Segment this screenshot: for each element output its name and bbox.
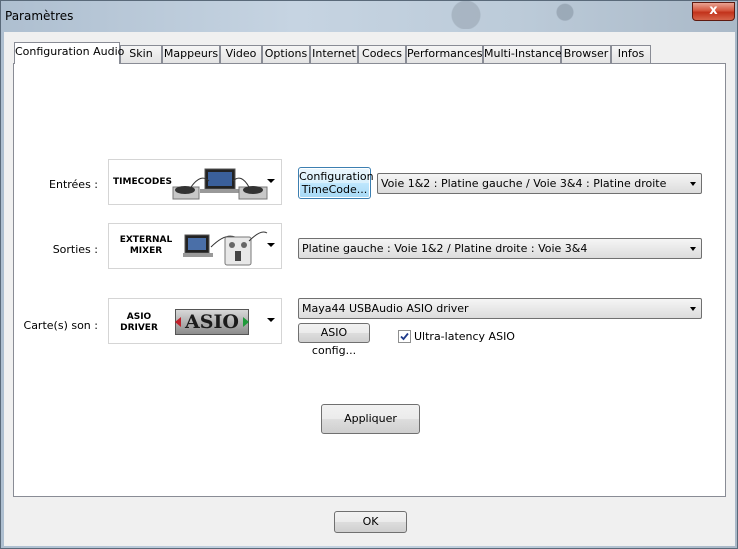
timecodes-text: TIMECODES bbox=[113, 177, 172, 187]
chevron-down-icon bbox=[267, 179, 275, 183]
close-button[interactable]: x bbox=[692, 2, 735, 21]
tab-configuration-audio[interactable]: Configuration Audio bbox=[14, 42, 124, 64]
tab-browser[interactable]: Browser bbox=[561, 45, 611, 63]
tab-performances[interactable]: Performances bbox=[406, 45, 483, 63]
outputs-device-selector[interactable]: EXTERNAL MIXER bbox=[108, 223, 282, 269]
soundcard-driver-value: Maya44 USBAudio ASIO driver bbox=[302, 302, 469, 315]
asio-logo-right-arrow bbox=[243, 317, 249, 327]
close-icon: x bbox=[709, 3, 718, 18]
inputs-routing-select[interactable]: Voie 1&2 : Platine gauche / Voie 3&4 : P… bbox=[377, 173, 702, 194]
tab-codecs[interactable]: Codecs bbox=[358, 45, 406, 63]
checkmark-icon bbox=[400, 332, 409, 341]
chevron-down-icon bbox=[690, 247, 696, 251]
asio-driver-line2: DRIVER bbox=[120, 323, 158, 333]
asio-driver-text: ASIO DRIVER bbox=[113, 312, 165, 334]
tab-options[interactable]: Options bbox=[262, 45, 310, 63]
tab-skin[interactable]: Skin bbox=[120, 45, 162, 63]
tab-video[interactable]: Video bbox=[220, 45, 262, 63]
external-mixer-text: EXTERNAL MIXER bbox=[113, 235, 179, 257]
chevron-down-icon bbox=[690, 307, 696, 311]
external-mixer-line2: MIXER bbox=[129, 246, 163, 256]
ultra-latency-checkbox[interactable] bbox=[398, 330, 411, 343]
tab-mappeurs[interactable]: Mappeurs bbox=[162, 45, 220, 63]
tab-internet[interactable]: Internet bbox=[310, 45, 358, 63]
chevron-down-icon bbox=[267, 318, 275, 322]
soundcard-device-selector[interactable]: ASIO DRIVER ASIO bbox=[108, 298, 282, 344]
inputs-routing-value: Voie 1&2 : Platine gauche / Voie 3&4 : P… bbox=[381, 177, 667, 190]
audio-config-panel: Entrées : TIMECODES Configuration TimeCo… bbox=[13, 63, 726, 497]
title-bar[interactable]: Paramètres x bbox=[1, 1, 737, 29]
asio-logo: ASIO bbox=[175, 309, 249, 335]
asio-logo-left-arrow bbox=[175, 317, 181, 327]
asio-logo-text: ASIO bbox=[185, 311, 239, 333]
apply-button[interactable]: Appliquer bbox=[321, 404, 420, 434]
ok-button[interactable]: OK bbox=[334, 511, 407, 533]
soundcard-driver-select[interactable]: Maya44 USBAudio ASIO driver bbox=[298, 298, 702, 319]
inputs-label: Entrées : bbox=[49, 178, 98, 191]
tab-multi-instance[interactable]: Multi-Instance bbox=[483, 45, 562, 63]
asio-config-button[interactable]: ASIO config... bbox=[298, 323, 370, 357]
outputs-label: Sorties : bbox=[52, 243, 98, 256]
ultra-latency-label[interactable]: Ultra-latency ASIO bbox=[414, 330, 515, 343]
tab-infos[interactable]: Infos bbox=[611, 45, 651, 63]
external-mixer-icon bbox=[183, 231, 268, 266]
outputs-routing-select[interactable]: Platine gauche : Voie 1&2 / Platine droi… bbox=[298, 238, 702, 259]
dialog-client-area: Configuration Audio Skin Mappeurs Video … bbox=[4, 32, 735, 546]
chevron-down-icon bbox=[690, 182, 696, 186]
timecode-config-button[interactable]: Configuration TimeCode... bbox=[298, 167, 374, 199]
inputs-device-selector[interactable]: TIMECODES bbox=[108, 159, 282, 205]
settings-window: Paramètres x Configuration Audio Skin Ma… bbox=[0, 0, 738, 549]
title-bar-decoration bbox=[367, 1, 697, 29]
external-mixer-line1: EXTERNAL bbox=[119, 235, 173, 245]
timecodes-setup-icon bbox=[172, 168, 268, 200]
outputs-routing-value: Platine gauche : Voie 1&2 / Platine droi… bbox=[302, 242, 588, 255]
chevron-down-icon bbox=[267, 243, 275, 247]
soundcard-label: Carte(s) son : bbox=[23, 319, 98, 332]
asio-driver-line1: ASIO bbox=[126, 312, 152, 322]
window-title: Paramètres bbox=[5, 9, 74, 23]
